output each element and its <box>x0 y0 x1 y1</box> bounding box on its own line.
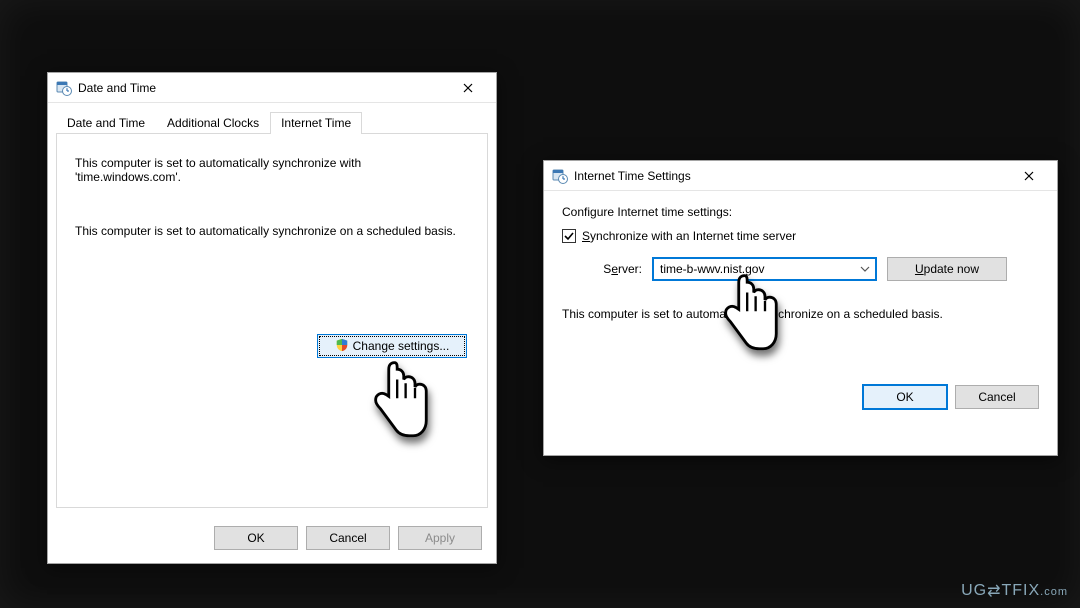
titlebar[interactable]: Internet Time Settings <box>544 161 1057 191</box>
tab-date-and-time[interactable]: Date and Time <box>56 112 156 134</box>
cancel-button[interactable]: Cancel <box>306 526 390 550</box>
uac-shield-icon <box>335 338 349 355</box>
dialog2-button-row: OK Cancel <box>544 335 1057 425</box>
date-time-icon <box>552 168 568 184</box>
close-button[interactable] <box>448 74 488 102</box>
dialog1-button-row: OK Cancel Apply <box>48 516 496 564</box>
window-title: Internet Time Settings <box>574 169 691 183</box>
change-settings-button[interactable]: Change settings... <box>317 334 467 358</box>
server-combobox[interactable]: time-b-wwv.nist.gov <box>652 257 877 281</box>
change-settings-label: Change settings... <box>353 339 450 353</box>
chevron-down-icon <box>855 259 875 279</box>
ok-button[interactable]: OK <box>863 385 947 409</box>
sync-checkbox-label[interactable]: Synchronize with an Internet time server <box>582 229 796 243</box>
date-time-dialog: Date and Time Date and Time Additional C… <box>47 72 497 564</box>
server-label: Server: <box>592 262 642 276</box>
schedule-status-text: This computer is set to automatically sy… <box>75 224 469 238</box>
ok-button[interactable]: OK <box>214 526 298 550</box>
window-title: Date and Time <box>78 81 156 95</box>
titlebar[interactable]: Date and Time <box>48 73 496 103</box>
close-button[interactable] <box>1009 162 1049 190</box>
configure-heading: Configure Internet time settings: <box>562 205 1039 219</box>
internet-time-settings-dialog: Internet Time Settings Configure Interne… <box>543 160 1058 456</box>
date-time-icon <box>56 80 72 96</box>
sync-checkbox[interactable] <box>562 229 576 243</box>
tabstrip: Date and Time Additional Clocks Internet… <box>48 105 496 133</box>
watermark: UG⇄TFIX.com <box>961 580 1068 600</box>
check-icon <box>564 231 574 241</box>
cancel-button[interactable]: Cancel <box>955 385 1039 409</box>
close-icon <box>1024 171 1034 181</box>
sync-status-text: This computer is set to automatically sy… <box>75 156 469 184</box>
close-icon <box>463 83 473 93</box>
server-value: time-b-wwv.nist.gov <box>654 262 855 276</box>
schedule-status-text: This computer is set to automatically sy… <box>562 307 1039 321</box>
tab-internet-time[interactable]: Internet Time <box>270 112 362 134</box>
apply-button[interactable]: Apply <box>398 526 482 550</box>
dialog2-body: Configure Internet time settings: Synchr… <box>544 191 1057 335</box>
tab-additional-clocks[interactable]: Additional Clocks <box>156 112 270 134</box>
tab-panel-internet-time: This computer is set to automatically sy… <box>56 133 488 508</box>
update-now-button[interactable]: Update now <box>887 257 1007 281</box>
